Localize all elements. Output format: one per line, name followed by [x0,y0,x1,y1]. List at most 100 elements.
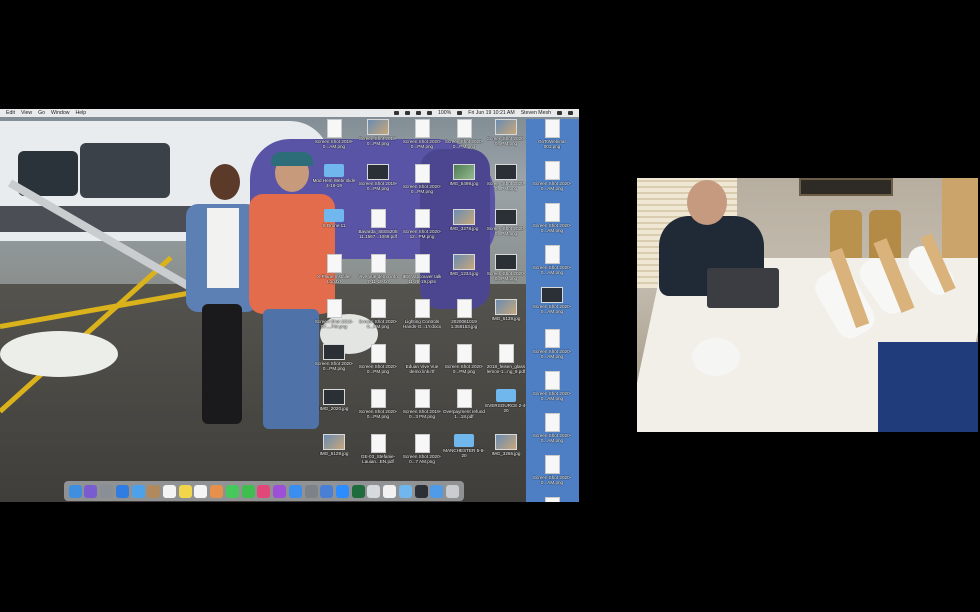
screen-icon[interactable] [414,484,428,498]
messages-icon[interactable] [225,484,239,498]
notes-icon[interactable] [178,484,192,498]
desktop-file-icon[interactable]: Screen Shot 2020-0...AM.png [530,287,574,314]
trash-icon[interactable] [445,484,459,498]
podcasts-icon[interactable] [273,484,287,498]
desktop-file-icon[interactable]: Eduan Vive Vue demo link.rtf [400,344,444,374]
file-thumbnail-icon [495,434,517,450]
desktop-file-icon[interactable]: Screen Shot 2020-0...PM.png [356,299,400,329]
desktop-file-icon[interactable]: Screen Shot 2020-0...PM.png [312,344,356,371]
desktop-file-icon[interactable]: Screen Shot 2020-0...PM.png [484,209,528,236]
desktop-file-label: IMG_5498.jpg [449,181,479,186]
menu-edit[interactable]: Edit [6,110,15,116]
desktop-file-icon[interactable]: IMG_5139.jpg [484,299,528,321]
desktop-file-icon[interactable]: Screen Shot 2020-0...AM.png [530,329,574,359]
desktop-file-icon[interactable]: Screen Shot 2020-0...PM.png [400,119,444,149]
finder-icon[interactable] [68,484,82,498]
desktop-file-icon[interactable]: Screen Shot 2020-0...PM.png [400,164,444,194]
battery-percent[interactable]: 100% [438,110,451,116]
menu-window[interactable]: Window [51,110,69,116]
desktop-file-icon[interactable]: IMG_3265.jpg [484,434,528,456]
desktop-file-icon[interactable]: Lighting Controls Hands-O...1Y.docx [400,299,444,329]
desktop-file-icon[interactable]: Screen Shot 2019-0...3 PM.png [400,389,444,419]
desktop-file-icon[interactable]: Screen Shot 2019-0...PM.png [356,164,400,191]
desktop-file-icon[interactable]: Screen Shot 2020-0...PM.png [442,119,486,149]
desktop-file-icon[interactable]: Screen Shot 2019-07....PM.png [312,299,356,329]
downloads-icon[interactable] [430,484,444,498]
appstore-icon[interactable] [288,484,302,498]
desktop-file-icon[interactable]: Bavarda_SEE5205 11.1567...1069.pdf [356,209,400,239]
desktop-file-label: X-Plane Installer Log.txt [317,274,351,284]
contacts-icon[interactable] [147,484,161,498]
file-thumbnail-icon [414,254,430,273]
desktop-file-icon[interactable]: Screen Shot 2020-0...PM.png [442,344,486,374]
bluetooth-icon[interactable] [405,111,410,115]
desktop-file-icon[interactable]: IMG_1234.jpg [442,254,486,276]
desktop-file-icon[interactable]: Screen Shot 2020-0...PM.png [484,119,528,146]
desktop-file-icon[interactable]: Screen Shot 2020-0...AM.png [530,245,574,275]
spotlight-icon[interactable] [557,111,562,115]
launchpad-icon[interactable] [100,484,114,498]
file-thumbnail-icon [367,119,389,135]
itunes-icon[interactable] [257,484,271,498]
preferences-icon[interactable] [304,484,318,498]
file-thumbnail-icon [453,209,475,225]
menu-clock[interactable]: Fri Jun 19 10:21 AM [468,110,514,116]
desktop-file-icon[interactable]: GoToWebinar 006.png [530,497,574,502]
desktop-file-icon[interactable]: Screen Shot 2020-0...PM.png [356,344,400,374]
user-name[interactable]: Steven Mesh [521,110,551,116]
dropbox-icon[interactable] [394,111,399,115]
folder-icon[interactable] [398,484,412,498]
menu-help[interactable]: Help [75,110,86,116]
desktop-file-icon[interactable]: Vive Vue demo info 7-11-19.txt [356,254,400,284]
desktop-file-icon[interactable]: Overpayment refund 1...18.pdf [442,389,486,419]
desktop-file-icon[interactable]: X-Plane Installer Log.txt [312,254,356,284]
desktop-file-icon[interactable]: Screen Shot 2020-0...PM.png [356,389,400,419]
desktop-file-icon[interactable]: Screen Shot 2020-0...AM.png [530,413,574,443]
volume-icon[interactable] [427,111,432,115]
desktop-file-icon[interactable]: Screen Shot 2020-0...7 AM.png [400,434,444,464]
desktop-file-icon[interactable]: Screen Shot 2020-0...AM.png [530,371,574,401]
desktop-file-icon[interactable]: IES Vancouver talk 11-28-19.pptx [400,254,444,284]
zoom-icon[interactable] [335,484,349,498]
wifi-icon[interactable] [416,111,421,115]
desktop-file-icon[interactable]: Mod Hem Webr slide 4-16-19 [312,164,356,188]
solitaire-icon[interactable] [351,484,365,498]
preview-icon[interactable] [367,484,381,498]
file-thumbnail-icon [414,389,430,408]
desktop-file-icon[interactable]: GoToWebinar 001.png [530,119,574,149]
desktop-file-icon[interactable]: Screen Shot 2020-0...PM.png [484,164,528,191]
desktop-file-icon[interactable]: IMG_2020.jpg [312,389,356,411]
desktop-file-icon[interactable]: Screen Shot 2020-0...PM.png [484,254,528,281]
desktop-file-icon[interactable]: S Drone 11 [312,209,356,228]
desktop-file-icon[interactable]: Screen Shot 2020-0...AM.png [530,161,574,191]
desktop-file-icon[interactable]: EVERSOURCE 2-4-20 [484,389,528,413]
desktop-file-icon[interactable]: Screen Shot 2020-0...AM.png [530,203,574,233]
reminders-icon[interactable] [194,484,208,498]
battery-icon[interactable] [457,111,463,115]
menu-view[interactable]: View [21,110,32,116]
safari-icon[interactable] [115,484,129,498]
notification-center-icon[interactable] [568,111,573,115]
menu-go[interactable]: Go [38,110,45,116]
presentation-icon[interactable] [320,484,334,498]
calendar-icon[interactable] [163,484,177,498]
desktop-file-icon[interactable]: Screen Shot 2019-0...PM.png [356,119,400,146]
desktop-file-icon[interactable]: IMG_5498.jpg [442,164,486,186]
facetime-icon[interactable] [241,484,255,498]
desktop-file-icon[interactable]: GE-03_Stefanie-Lauian...EN.pdf [356,434,400,464]
desktop-file-icon[interactable]: Screen Shot 2020-12...PM.png [400,209,444,239]
siri-icon[interactable] [84,484,98,498]
desktop-file-icon[interactable]: 2018_feisen_glass lemon-1...ng_9.pdf [484,344,528,374]
photos-icon[interactable] [210,484,224,498]
mail-icon[interactable] [131,484,145,498]
desktop-file-icon[interactable]: Screen Shot 2020-0...AM.png [530,455,574,485]
desktop-file-icon[interactable]: IMG_3278.jpg [442,209,486,231]
desktop-file-icon[interactable]: 2020061019 1.358153.jpg [442,299,486,329]
airplane-window [80,143,170,198]
screen-share-window: Edit View Go Window Help 100% Fri Jun 19… [0,109,579,502]
desktop-file-icon[interactable]: Screen Shot 2019-0...AM.png [312,119,356,149]
desktop-file-icon[interactable]: MANCHESTER 5-5-20 [442,434,486,458]
desktop-file-label: IMG_5129.jpg [319,451,349,456]
desktop-file-icon[interactable]: IMG_5129.jpg [312,434,356,456]
textedit-icon[interactable] [383,484,397,498]
